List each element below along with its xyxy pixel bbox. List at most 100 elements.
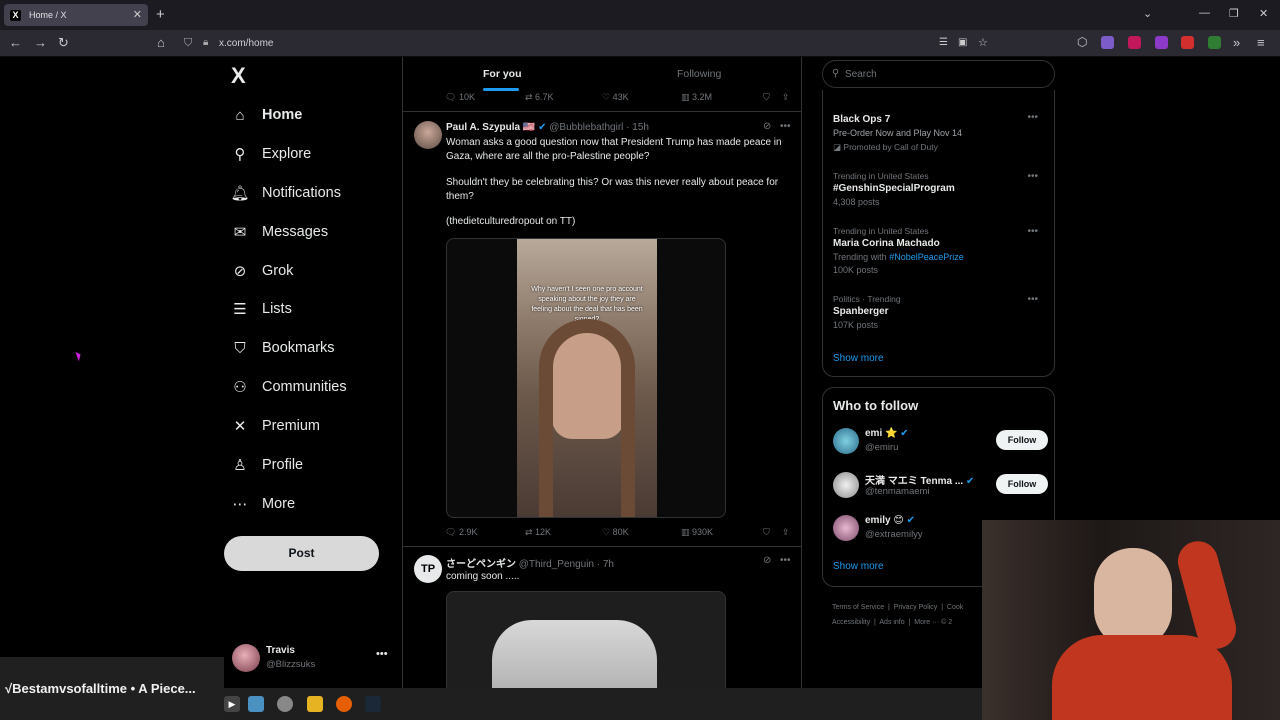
extensions-icon[interactable]: ⬡ — [1077, 35, 1087, 49]
folder-icon[interactable] — [307, 696, 323, 712]
nav-item-notifications[interactable]: 🔔︎ Notifications — [230, 178, 341, 208]
trend-item[interactable]: Trending in United States Maria Corina M… — [833, 226, 1048, 275]
like-button[interactable]: ♡ 43K — [602, 92, 629, 103]
nav-item-messages[interactable]: ✉ Messages — [230, 217, 328, 247]
tweet-time[interactable]: · 7h — [597, 559, 614, 570]
avatar: TP — [414, 555, 442, 583]
hamburger-menu-icon[interactable]: ≡ — [1257, 35, 1265, 50]
account-switcher[interactable]: Travis @Blizzsuks ••• — [230, 642, 390, 674]
post-button[interactable]: Post — [224, 536, 379, 571]
nav-item-premium[interactable]: ✕ Premium — [230, 411, 320, 441]
tab-for-you[interactable]: For you — [483, 68, 522, 80]
grok-icon[interactable]: ⊘ — [763, 121, 771, 132]
reply-button[interactable]: 🗨︎ 2.9K — [445, 527, 477, 538]
author-handle[interactable]: @Bubblebathgirl — [549, 122, 623, 133]
more-dots-icon[interactable]: ••• — [1027, 171, 1038, 182]
extension-4-icon[interactable] — [1181, 36, 1194, 49]
back-icon[interactable]: ← — [9, 35, 22, 50]
home-page-icon[interactable]: ⌂ — [157, 35, 165, 50]
lock-icon[interactable]: 🔒︎ — [203, 37, 208, 48]
reader-view-icon[interactable]: ☰ — [939, 37, 948, 48]
tweet-image[interactable] — [446, 591, 726, 688]
follow-button[interactable]: Follow — [996, 430, 1048, 450]
privacy-link[interactable]: Privacy Policy — [894, 604, 938, 611]
forward-icon[interactable]: → — [34, 35, 47, 50]
show-more-trends-link[interactable]: Show more — [833, 353, 884, 364]
trend-item[interactable]: Trending in United States #GenshinSpecia… — [833, 171, 1048, 207]
more-dots-icon[interactable]: ••• — [1027, 226, 1038, 237]
tweet-text: Woman asks a good question now that Pres… — [446, 137, 782, 162]
nav-item-explore[interactable]: ⚲ Explore — [230, 139, 312, 169]
author-name[interactable]: Paul A. Szypula 🇺🇸 — [446, 122, 535, 133]
bookmark-icon[interactable]: ⛉ — [763, 527, 770, 538]
trend-count: 4,308 posts — [833, 197, 880, 207]
tweet-video[interactable]: Why haven't I seen one pro account speak… — [446, 238, 726, 518]
close-window-icon[interactable]: ✕ — [1259, 7, 1268, 20]
extension-1-icon[interactable] — [1101, 36, 1114, 49]
more-dots-icon[interactable]: ••• — [780, 555, 791, 566]
more-dots-icon[interactable]: ••• — [1027, 112, 1038, 123]
nav-item-grok[interactable]: ⊘ Grok — [230, 256, 294, 286]
bookmark-star-icon[interactable]: ☆ — [978, 36, 988, 49]
nav-item-communities[interactable]: ⚇ Communities — [230, 372, 346, 402]
cookie-link[interactable]: Cook — [947, 604, 963, 611]
nav-item-more[interactable]: ⋯ More — [230, 489, 296, 519]
follow-suggestion[interactable]: emi ⭐ ✔ @emiru Follow — [833, 428, 1048, 456]
follow-button[interactable]: Follow — [996, 474, 1048, 494]
webcam-overlay — [982, 520, 1280, 720]
more-dots-icon[interactable]: ••• — [780, 121, 791, 132]
app-icon[interactable] — [277, 696, 293, 712]
search-input[interactable]: ⚲ Search — [822, 60, 1055, 88]
accessibility-link[interactable]: Accessibility — [832, 619, 870, 626]
x-logo[interactable]: X — [231, 63, 246, 89]
extension-3-icon[interactable] — [1155, 36, 1168, 49]
new-tab-icon[interactable]: + — [156, 6, 165, 23]
trend-hashtag-link[interactable]: #NobelPeacePrize — [889, 252, 964, 262]
follow-suggestion[interactable]: 天満 マエミ Tenma ... ✔ @tenmamaemi Follow — [833, 472, 1048, 500]
tab-list-icon[interactable]: ⌄ — [1143, 7, 1152, 20]
extension-2-icon[interactable] — [1128, 36, 1141, 49]
more-dots-icon[interactable]: ••• — [1027, 294, 1038, 305]
nav-item-lists[interactable]: ☰ Lists — [230, 294, 292, 324]
trend-item[interactable]: Politics · Trending Spanberger 107K post… — [833, 294, 1048, 330]
repost-button[interactable]: ⇄ 12K — [525, 527, 551, 538]
address-bar[interactable]: ⛉ 🔒︎ x.com/home ☰ ▣ ☆ — [176, 33, 996, 54]
share-icon[interactable]: ⇪ — [782, 92, 790, 103]
taskbar: ▶ — [224, 688, 982, 720]
ads-info-link[interactable]: Ads info — [879, 619, 904, 626]
trend-item[interactable]: Black Ops 7 Pre-Order Now and Play Nov 1… — [833, 112, 1048, 153]
author-handle[interactable]: @Third_Penguin — [519, 559, 594, 570]
terms-link[interactable]: Terms of Service — [832, 604, 884, 611]
share-icon[interactable]: ⇪ — [782, 527, 790, 538]
minimize-icon[interactable]: — — [1199, 7, 1210, 19]
overflow-menu-icon[interactable]: » — [1233, 35, 1240, 50]
media-player-icon[interactable]: ▶ — [224, 696, 240, 712]
more-link[interactable]: More ··· — [914, 619, 939, 626]
nav-item-bookmarks[interactable]: ⛉ Bookmarks — [230, 333, 334, 363]
picture-in-picture-icon[interactable]: ▣ — [958, 37, 967, 48]
bookmark-icon[interactable]: ⛉ — [763, 92, 770, 103]
like-button[interactable]: ♡ 80K — [602, 527, 629, 538]
close-tab-icon[interactable]: ✕ — [133, 8, 142, 21]
repost-button[interactable]: ⇄ 6.7K — [525, 92, 554, 103]
trend-title: #GenshinSpecialProgram — [833, 183, 955, 194]
reload-icon[interactable]: ↻ — [58, 35, 69, 51]
show-more-follow-link[interactable]: Show more — [833, 561, 884, 572]
photos-icon[interactable] — [248, 696, 264, 712]
author-name[interactable]: さーどペンギン — [446, 559, 516, 570]
restore-icon[interactable]: ❐ — [1229, 7, 1239, 20]
extension-5-icon[interactable] — [1208, 36, 1221, 49]
grok-icon[interactable]: ⊘ — [763, 555, 771, 566]
more-dots-icon[interactable]: ••• — [376, 648, 388, 660]
tweet-time[interactable]: · 15h — [626, 122, 649, 133]
steam-icon[interactable] — [365, 696, 381, 712]
nav-item-home[interactable]: ⌂ Home — [230, 100, 302, 130]
reply-button[interactable]: 🗨︎ 10K — [445, 92, 475, 103]
views-button[interactable]: ▥ 3.2M — [681, 92, 712, 103]
tab-following[interactable]: Following — [677, 68, 721, 80]
firefox-icon[interactable] — [336, 696, 352, 712]
nav-item-profile[interactable]: ♙ Profile — [230, 450, 303, 480]
shield-icon[interactable]: ⛉ — [184, 37, 192, 50]
browser-tab[interactable]: X Home / X ✕ — [4, 4, 148, 26]
views-button[interactable]: ▥ 930K — [681, 527, 713, 538]
